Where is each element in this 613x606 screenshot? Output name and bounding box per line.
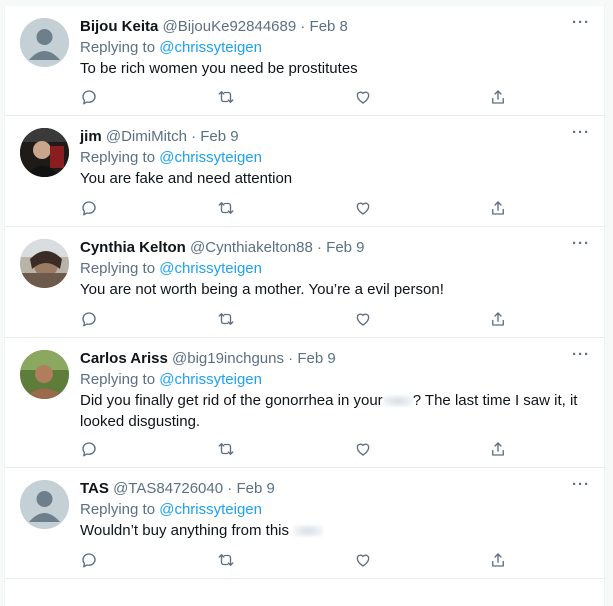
tweet-header: Cynthia Kelton @Cynthiakelton88 · Feb 9 …	[80, 236, 590, 258]
replying-to: Replying to @chrissyteigen	[80, 147, 590, 168]
separator-dot: ·	[296, 18, 310, 35]
censored-word	[293, 525, 324, 538]
replying-label: Replying to	[80, 260, 160, 277]
replying-to: Replying to @chrissyteigen	[80, 369, 590, 390]
tweet-text-part: looked disgusting.	[80, 413, 201, 430]
tweet-date[interactable]: Feb 9	[297, 350, 335, 367]
replying-label: Replying to	[80, 149, 160, 166]
avatar[interactable]	[20, 480, 69, 529]
tweet[interactable]: Cynthia Kelton @Cynthiakelton88 · Feb 9 …	[5, 227, 604, 338]
tweet-feed: Bijou Keita @BijouKe92844689 · Feb 8 ···…	[4, 6, 605, 606]
more-icon[interactable]: ···	[572, 236, 590, 251]
mention-link[interactable]: @chrissyteigen	[159, 39, 262, 56]
share-icon[interactable]	[489, 199, 509, 219]
user-handle[interactable]: @big19inchguns	[172, 350, 284, 367]
retweet-icon[interactable]	[217, 310, 237, 330]
action-bar	[80, 88, 604, 108]
mention-link[interactable]: @chrissyteigen	[159, 149, 262, 166]
display-name[interactable]: Bijou Keita	[80, 18, 158, 35]
tweet-header: TAS @TAS84726040 · Feb 9 ···	[80, 477, 590, 499]
replying-to: Replying to @chrissyteigen	[80, 258, 590, 279]
user-handle[interactable]: @TAS84726040	[113, 480, 223, 497]
reply-icon[interactable]	[80, 310, 100, 330]
more-icon[interactable]: ···	[572, 125, 590, 140]
tweet[interactable]: Carlos Ariss @big19inchguns · Feb 9 ··· …	[5, 338, 604, 468]
more-icon[interactable]: ···	[572, 15, 590, 30]
mention-link[interactable]: @chrissyteigen	[159, 260, 262, 277]
reply-icon[interactable]	[80, 551, 100, 571]
share-icon[interactable]	[489, 310, 509, 330]
action-bar	[80, 551, 604, 571]
user-handle[interactable]: @Cynthiakelton88	[190, 239, 313, 256]
avatar[interactable]	[20, 239, 69, 288]
tweet-date[interactable]: Feb 9	[236, 480, 274, 497]
retweet-icon[interactable]	[217, 551, 237, 571]
censored-word	[382, 395, 413, 408]
tweet-text-part: Did you finally get rid of the gonorrhea…	[80, 392, 383, 409]
default-avatar-icon	[20, 18, 69, 67]
retweet-icon[interactable]	[217, 440, 237, 460]
display-name[interactable]: Carlos Ariss	[80, 350, 168, 367]
profile-photo-icon	[20, 350, 69, 399]
tweet-text: You are not worth being a mother. You’re…	[80, 281, 444, 298]
tweet-date[interactable]: Feb 9	[326, 239, 364, 256]
mention-link[interactable]: @chrissyteigen	[159, 501, 262, 518]
tweet-text: Wouldn’t buy anything from this	[80, 520, 590, 541]
tweet-text: To be rich women you need be prostitutes	[80, 60, 358, 77]
separator-dot: ·	[283, 350, 298, 367]
like-icon[interactable]	[354, 88, 374, 108]
reply-icon[interactable]	[80, 440, 100, 460]
tweet-date[interactable]: Feb 8	[310, 18, 348, 35]
tweet-text: Did you finally get rid of the gonorrhea…	[80, 390, 590, 432]
tweet-text-part: ? The last time I saw it, it	[412, 392, 578, 409]
replying-to: Replying to @chrissyteigen	[80, 37, 590, 58]
replying-label: Replying to	[80, 39, 160, 56]
like-icon[interactable]	[354, 551, 374, 571]
retweet-icon[interactable]	[217, 88, 237, 108]
like-icon[interactable]	[354, 440, 374, 460]
tweet-header: Carlos Ariss @big19inchguns · Feb 9 ···	[80, 347, 590, 369]
separator-dot: ·	[186, 128, 201, 145]
avatar[interactable]	[20, 350, 69, 399]
like-icon[interactable]	[354, 199, 374, 219]
action-bar	[80, 440, 604, 460]
like-icon[interactable]	[354, 310, 374, 330]
tweet-text-part: Wouldn’t buy anything from this	[80, 522, 289, 539]
reply-icon[interactable]	[80, 199, 100, 219]
separator-dot: ·	[223, 480, 237, 497]
replying-label: Replying to	[80, 501, 160, 518]
avatar[interactable]	[20, 128, 69, 177]
profile-photo-icon	[20, 239, 69, 288]
reply-icon[interactable]	[80, 88, 100, 108]
tweet[interactable]: Bijou Keita @BijouKe92844689 · Feb 8 ···…	[5, 6, 604, 116]
tweet-header: Bijou Keita @BijouKe92844689 · Feb 8 ···	[80, 15, 590, 37]
user-handle[interactable]: @BijouKe92844689	[163, 18, 297, 35]
avatar[interactable]	[20, 18, 69, 67]
replying-label: Replying to	[80, 371, 160, 388]
tweet-date[interactable]: Feb 9	[200, 128, 238, 145]
separator-dot: ·	[312, 239, 327, 256]
tweet[interactable]: jim @DimiMitch · Feb 9 ··· Replying to @…	[5, 116, 604, 227]
default-avatar-icon	[20, 480, 69, 529]
replying-to: Replying to @chrissyteigen	[80, 499, 590, 520]
retweet-icon[interactable]	[217, 199, 237, 219]
action-bar	[80, 310, 604, 330]
share-icon[interactable]	[489, 440, 509, 460]
display-name[interactable]: jim	[80, 128, 102, 145]
tweet-text: You are fake and need attention	[80, 170, 293, 187]
display-name[interactable]: TAS	[80, 480, 109, 497]
share-icon[interactable]	[489, 88, 509, 108]
tweet-header: jim @DimiMitch · Feb 9 ···	[80, 125, 590, 147]
profile-photo-icon	[20, 128, 69, 177]
tweet[interactable]: TAS @TAS84726040 · Feb 9 ··· Replying to…	[5, 468, 604, 579]
action-bar	[80, 199, 604, 219]
more-icon[interactable]: ···	[572, 347, 590, 362]
share-icon[interactable]	[489, 551, 509, 571]
mention-link[interactable]: @chrissyteigen	[159, 371, 262, 388]
more-icon[interactable]: ···	[572, 477, 590, 492]
display-name[interactable]: Cynthia Kelton	[80, 239, 186, 256]
user-handle[interactable]: @DimiMitch	[106, 128, 187, 145]
